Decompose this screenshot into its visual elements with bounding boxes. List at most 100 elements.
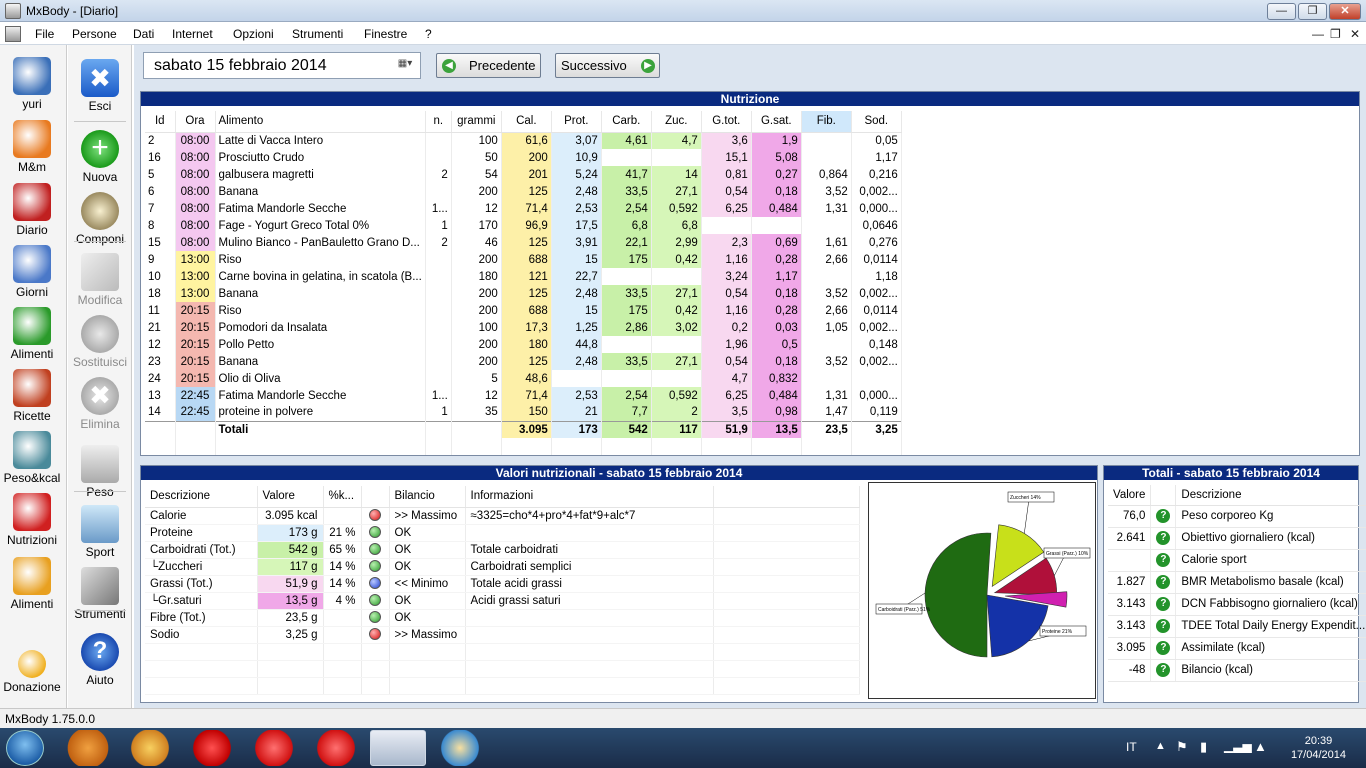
sostituisci-button[interactable]: Sostituisci: [68, 315, 132, 369]
menu-[interactable]: ?: [425, 27, 432, 41]
values-row[interactable]: Fibre (Tot.) 23,5 g OK: [145, 609, 860, 627]
network-icon[interactable]: ▁▃▅: [1224, 739, 1252, 753]
column-header[interactable]: Alimento: [215, 111, 426, 133]
table-row[interactable]: 12 20:15 Pollo Petto 200 180 44,8 1,96 0,5 0,148: [145, 336, 902, 353]
sidebar-item-alimenti-8[interactable]: Alimenti: [0, 557, 64, 611]
column-header[interactable]: Cal.: [501, 111, 552, 133]
menu-internet[interactable]: Internet: [172, 27, 213, 41]
app-icon[interactable]: [5, 3, 21, 19]
help-icon[interactable]: ?: [1156, 619, 1171, 633]
calendar-dropdown-icon[interactable]: ▦▾: [394, 58, 416, 74]
values-row[interactable]: Grassi (Tot.) 51,9 g 14 % << Minimo Totale a…: [145, 575, 860, 593]
menu-file[interactable]: File: [35, 27, 54, 41]
strumenti-button[interactable]: Strumenti: [68, 567, 132, 621]
help-icon[interactable]: ?: [1156, 575, 1171, 589]
mdi-minimize-button[interactable]: —: [1312, 27, 1324, 41]
paint-icon[interactable]: [432, 730, 488, 766]
totals-row[interactable]: 3.095? Assimilate (kcal): [1108, 637, 1366, 660]
values-header[interactable]: Descrizione: [145, 486, 258, 508]
start-button[interactable]: [6, 730, 44, 766]
column-header[interactable]: G.sat.: [751, 111, 802, 133]
sidebar-item-yuri-0[interactable]: yuri: [0, 57, 64, 111]
column-header[interactable]: n.: [425, 111, 452, 133]
totals-row[interactable]: 1.827? BMR Metabolismo basale (kcal): [1108, 571, 1366, 594]
menu-persone[interactable]: Persone: [72, 27, 117, 41]
column-header[interactable]: Id: [145, 111, 176, 133]
help-icon[interactable]: ?: [1156, 509, 1171, 523]
totals-row[interactable]: ? Calorie sport: [1108, 549, 1366, 572]
flag-icon[interactable]: ⚑: [1176, 739, 1188, 755]
totals-row[interactable]: 3.143? TDEE Total Daily Energy Expendit..…: [1108, 615, 1366, 638]
column-header[interactable]: Prot.: [551, 111, 602, 133]
sidebar-item-giorni-3[interactable]: Giorni: [0, 245, 64, 299]
sidebar-item-alimenti-4[interactable]: Alimenti: [0, 307, 64, 361]
close-button[interactable]: ✕: [1329, 3, 1361, 20]
tray-expand-icon[interactable]: ▲: [1155, 740, 1166, 752]
aiuto-button[interactable]: ? Aiuto: [68, 633, 132, 687]
values-header[interactable]: Bilancio: [389, 486, 466, 508]
values-header[interactable]: [361, 486, 390, 508]
column-header[interactable]: Ora: [175, 111, 216, 133]
nuova-button[interactable]: + Nuova: [68, 130, 132, 184]
help-icon[interactable]: ?: [1156, 531, 1171, 545]
opera-icon[interactable]: [184, 730, 240, 766]
values-row[interactable]: └Gr.saturi 13,5 g4 % OK Acidi grassi saturi: [145, 592, 860, 610]
componi-button[interactable]: Componi: [68, 192, 132, 246]
values-header[interactable]: %k...: [323, 486, 362, 508]
column-header[interactable]: G.tot.: [701, 111, 752, 133]
modifica-button[interactable]: Modifica: [68, 253, 132, 307]
table-row[interactable]: 18 13:00 Banana 200 125 2,48 33,5 27,1 0,54 0,18 3…: [145, 285, 902, 302]
table-row[interactable]: 6 08:00 Banana 200 125 2,48 33,5 27,1 0,54 0,18 3,…: [145, 183, 902, 200]
column-header[interactable]: grammi: [451, 111, 502, 133]
table-row[interactable]: 14 22:45 proteine in polvere 1 35 150 21 7,7 2 3,…: [145, 404, 902, 421]
totals-row[interactable]: 3.143? DCN Fabbisogno giornaliero (kcal): [1108, 593, 1366, 616]
menu-opzioni[interactable]: Opzioni: [233, 27, 274, 41]
clock[interactable]: 20:39 17/04/2014: [1291, 734, 1346, 762]
table-row[interactable]: 24 20:15 Olio di Oliva 5 48,6 4,7 0,832: [145, 370, 902, 387]
values-row[interactable]: Proteine 173 g 21 % OK: [145, 524, 860, 542]
table-row[interactable]: 9 13:00 Riso 200 688 15 175 0,42 1,16 0,28 2,66 0,0…: [145, 251, 902, 268]
menu-strumenti[interactable]: Strumenti: [292, 27, 343, 41]
table-row[interactable]: 5 08:00 galbusera magretti 2 54 201 5,24 41,7 14…: [145, 166, 902, 183]
column-header[interactable]: Carb.: [601, 111, 652, 133]
table-row[interactable]: 2 08:00 Latte di Vacca Intero 100 61,6 3,07 4,…: [145, 132, 902, 149]
column-header[interactable]: Sod.: [851, 111, 902, 133]
mdi-app-icon[interactable]: [5, 26, 21, 42]
values-row[interactable]: Carboidrati (Tot.) 542 g 65 % OK Totale carb…: [145, 541, 860, 559]
esci-button[interactable]: ✖ Esci: [68, 59, 132, 113]
values-header[interactable]: Informazioni: [465, 486, 714, 508]
mdi-close-button[interactable]: ✕: [1350, 27, 1360, 41]
volume-icon[interactable]: ▲: [1254, 739, 1267, 754]
column-header[interactable]: Zuc.: [651, 111, 702, 133]
totals-header-value[interactable]: Valore: [1108, 485, 1152, 506]
totals-table[interactable]: Valore Descrizione 76,0? Peso corporeo Kg 2…: [1108, 485, 1366, 682]
app-14b-icon[interactable]: [308, 730, 364, 766]
media-player-icon[interactable]: [60, 730, 116, 766]
values-row[interactable]: Calorie 3.095 kcal >> Massimo ≈3325=cho*4+p…: [145, 507, 860, 525]
help-icon[interactable]: ?: [1156, 553, 1171, 567]
menu-dati[interactable]: Dati: [133, 27, 154, 41]
table-row[interactable]: 16 08:00 Prosciutto Crudo 50 200 10,9 15,1 5,08…: [145, 149, 902, 166]
totals-header-desc[interactable]: Descrizione: [1175, 485, 1366, 506]
table-row[interactable]: 11 20:15 Riso 200 688 15 175 0,42 1,16 0,28 2,66 0,…: [145, 302, 902, 319]
sidebar-item-pesokcal-6[interactable]: Peso&kcal: [0, 431, 64, 485]
values-header[interactable]: Valore: [257, 486, 324, 508]
values-row[interactable]: └Zuccheri 117 g 14 % OK Carboidrati semplici: [145, 558, 860, 576]
app-14-icon[interactable]: [246, 730, 302, 766]
sidebar-item-ricette-5[interactable]: Ricette: [0, 369, 64, 423]
values-table[interactable]: Descrizione Valore %k... Bilancio Informazio…: [145, 486, 860, 695]
file-explorer-icon[interactable]: [122, 730, 178, 766]
table-row[interactable]: 15 08:00 Mulino Bianco - PanBauletto Grano…: [145, 234, 902, 251]
help-icon[interactable]: ?: [1156, 641, 1171, 655]
totals-row[interactable]: 2.641? Obiettivo giornaliero (kcal): [1108, 527, 1366, 550]
table-row[interactable]: 10 13:00 Carne bovina in gelatina, in scat…: [145, 268, 902, 285]
sport-button[interactable]: Sport: [68, 505, 132, 559]
table-row[interactable]: 21 20:15 Pomodori da Insalata 100 17,3 1,25 2,…: [145, 319, 902, 336]
language-indicator[interactable]: IT: [1126, 740, 1137, 754]
elimina-button[interactable]: ✖ Elimina: [68, 377, 132, 431]
menu-finestre[interactable]: Finestre: [364, 27, 407, 41]
sidebar-item-nutrizioni-7[interactable]: Nutrizioni: [0, 493, 64, 547]
totals-row[interactable]: -48? Bilancio (kcal): [1108, 659, 1366, 682]
mxbody-task-icon[interactable]: [370, 730, 426, 766]
table-row[interactable]: 8 08:00 Fage - Yogurt Greco Total 0% 1 170 96…: [145, 217, 902, 234]
